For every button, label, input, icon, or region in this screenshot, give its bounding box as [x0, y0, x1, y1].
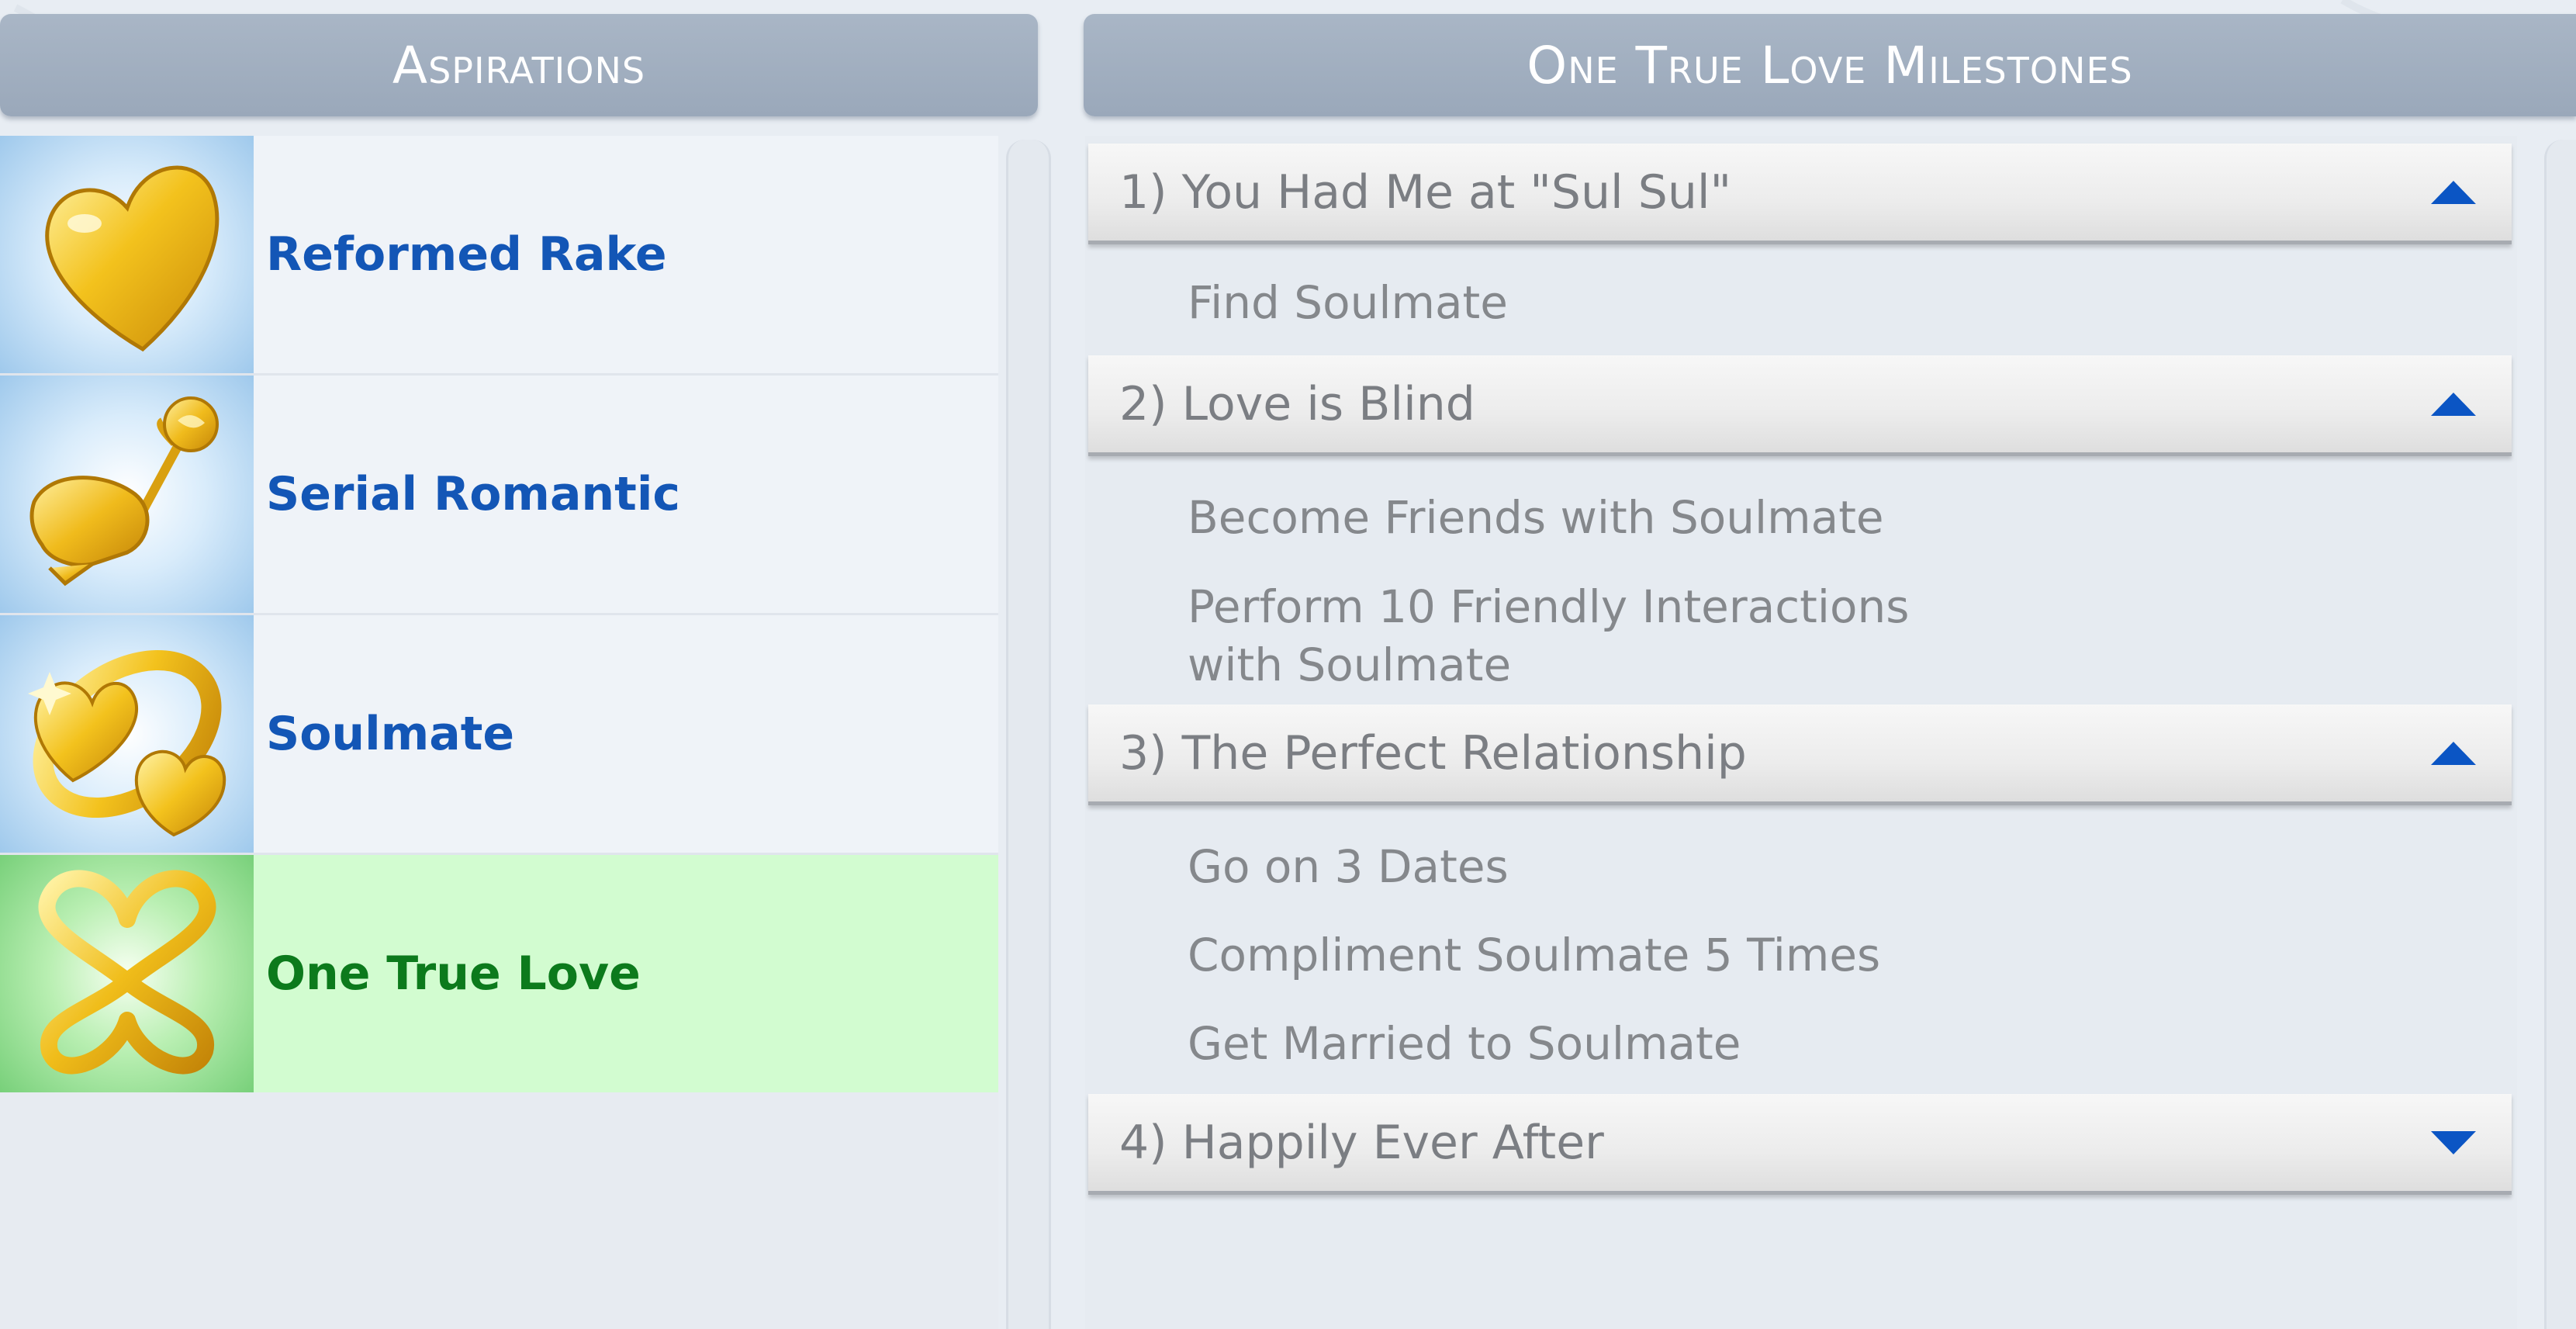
milestones-panel: 1) You Had Me at "Sul Sul" Find Soulmate… [1085, 136, 2517, 1329]
milestone-title: 4) Happily Ever After [1119, 1115, 1604, 1170]
aspirations-header-title: Aspirations [392, 35, 646, 95]
aspiration-label: Reformed Rake [266, 227, 667, 282]
milestone-title: 3) The Perfect Relationship [1119, 725, 1747, 780]
milestone-task: Perform 10 Friendly Interactions [1188, 580, 1910, 633]
milestone-task: Get Married to Soulmate [1188, 1017, 1741, 1070]
milestone-title: 2) Love is Blind [1119, 376, 1475, 431]
aspiration-serial-romantic[interactable]: Serial Romantic [0, 376, 998, 615]
aspiration-icon-box [0, 615, 254, 853]
milestones-header-title: One True Love Milestones [1527, 35, 2133, 95]
collapse-arrow-icon [2431, 180, 2476, 204]
collapse-arrow-icon [2431, 392, 2476, 416]
heart-infinity-icon [38, 870, 216, 1075]
milestone-title: 1) You Had Me at "Sul Sul" [1119, 164, 1732, 220]
milestone-header-4[interactable]: 4) Happily Ever After [1088, 1094, 2512, 1195]
aspiration-reformed-rake[interactable]: Reformed Rake [0, 136, 998, 376]
milestone-header-3[interactable]: 3) The Perfect Relationship [1088, 704, 2512, 805]
aspirations-scrollbar[interactable] [1006, 140, 1051, 1329]
milestone-task: Compliment Soulmate 5 Times [1188, 929, 1881, 981]
milestone-task-continued: with Soulmate [1188, 639, 1512, 691]
milestones-header: One True Love Milestones [1084, 14, 2576, 116]
aspiration-icon-box [0, 136, 254, 373]
aspiration-icon-box [0, 376, 254, 613]
aspiration-label: Serial Romantic [266, 467, 680, 521]
aspiration-label: Soulmate [266, 707, 515, 761]
linked-hearts-icon [27, 649, 226, 837]
milestone-task: Find Soulmate [1188, 276, 1508, 329]
aspiration-label: One True Love [266, 947, 641, 1001]
milestone-task: Become Friends with Soulmate [1188, 491, 1884, 544]
expand-arrow-icon [2431, 1130, 2476, 1154]
aspiration-one-true-love[interactable]: One True Love [0, 855, 998, 1092]
golden-heart-icon [44, 165, 219, 352]
hand-holding-rose-icon [29, 396, 219, 587]
aspirations-list: Reformed Rake Serial Romantic Soulmate O… [0, 136, 998, 1329]
collapse-arrow-icon [2431, 741, 2476, 765]
aspirations-header: Aspirations [0, 14, 1038, 116]
milestone-header-1[interactable]: 1) You Had Me at "Sul Sul" [1088, 144, 2512, 244]
aspiration-soulmate[interactable]: Soulmate [0, 615, 998, 855]
milestone-header-2[interactable]: 2) Love is Blind [1088, 355, 2512, 456]
milestones-scrollbar[interactable] [2544, 140, 2576, 1329]
milestone-task: Go on 3 Dates [1188, 840, 1509, 893]
aspiration-icon-box [0, 855, 254, 1092]
